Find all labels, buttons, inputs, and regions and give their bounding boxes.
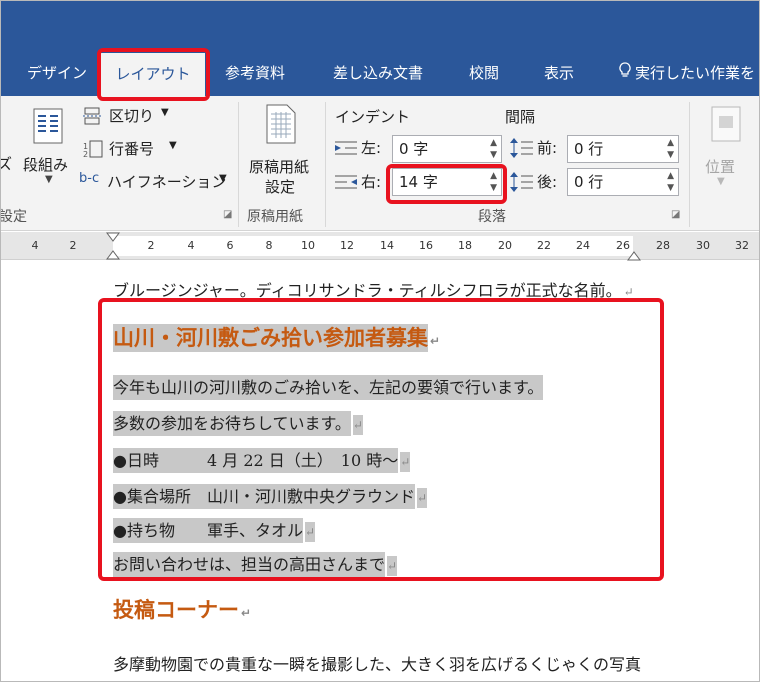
ruler-tick: 2 bbox=[147, 239, 155, 252]
ruler-tick: 14 bbox=[380, 239, 394, 252]
spacing-after-value: 0 行 bbox=[574, 173, 604, 191]
spin-arrows-icon[interactable]: ▲ ▼ bbox=[667, 170, 674, 194]
group-separator bbox=[325, 102, 326, 227]
document-area[interactable]: ブルージンジャー。ディコリサンドラ・ティルシフロラが正式な名前。 ↵ 山川・河川敷… bbox=[1, 261, 759, 681]
lightbulb-icon bbox=[619, 57, 631, 89]
dialog-launcher-icon[interactable]: ◪ bbox=[671, 209, 680, 220]
ruler-tick: 18 bbox=[458, 239, 472, 252]
doc-body-line: お問い合わせは、担当の高田さんまで ↵ bbox=[113, 551, 398, 577]
tab-layout[interactable]: レイアウト bbox=[101, 53, 205, 96]
doc-heading-2: 投稿コーナー ↵ bbox=[113, 598, 252, 622]
dialog-launcher-icon[interactable]: ◪ bbox=[223, 209, 232, 220]
doc-body-line: ●持ち物 軍手、タオル ↵ bbox=[113, 517, 316, 543]
chevron-down-icon: ▼ bbox=[169, 140, 177, 151]
genko-settings-button[interactable]: 原稿用紙 設定 bbox=[245, 104, 321, 204]
indent-right-input[interactable]: 14 字 ▲ ▼ bbox=[392, 168, 502, 196]
spacing-after-icon bbox=[509, 172, 533, 196]
indent-left-input[interactable]: 0 字 ▲ ▼ bbox=[392, 135, 502, 163]
paragraph-group-label: 段落 bbox=[478, 209, 506, 225]
line-numbers-label: 行番号 bbox=[109, 140, 155, 158]
spin-arrows-icon[interactable]: ▲ ▼ bbox=[490, 170, 497, 194]
spin-arrows-icon[interactable]: ▲ ▼ bbox=[667, 137, 674, 161]
ruler-tick: 30 bbox=[696, 239, 710, 252]
group-separator bbox=[238, 102, 239, 227]
ruler-tick: 20 bbox=[498, 239, 512, 252]
indent-right-label: 右: bbox=[361, 173, 382, 191]
hyphenation-icon: b-c bbox=[79, 171, 100, 186]
spacing-after-label: 後: bbox=[537, 173, 558, 191]
genko-group-label: 原稿用紙 bbox=[247, 209, 303, 225]
word-window: デザイン レイアウト 参考資料 差し込み文書 校閲 表示 実行したい作業を ズ … bbox=[0, 0, 760, 682]
manuscript-paper-icon bbox=[265, 104, 297, 148]
page-setup-fragment: ズ bbox=[1, 153, 12, 174]
tab-design[interactable]: デザイン bbox=[27, 57, 87, 89]
position-label: 位置 bbox=[705, 158, 736, 176]
indent-section-title: インデント bbox=[335, 108, 411, 126]
genko-label-line1: 原稿用紙 bbox=[249, 158, 310, 176]
hyphenation-label: ハイフネーション bbox=[107, 173, 227, 191]
ruler-tick: 32 bbox=[735, 239, 749, 252]
ruler-tick: 2 bbox=[69, 239, 77, 252]
line-numbers-button[interactable]: 12 行番号 ▼ bbox=[83, 138, 203, 160]
doc-body-line: ●日時 4 月 22 日（土） 10 時～ ↵ bbox=[113, 447, 411, 473]
doc-line-intro: ブルージンジャー。ディコリサンドラ・ティルシフロラが正式な名前。 ↵ bbox=[113, 281, 634, 300]
position-button[interactable]: 位置 ▼ bbox=[697, 106, 753, 196]
ruler-tick: 28 bbox=[656, 239, 670, 252]
spacing-before-icon bbox=[509, 138, 533, 162]
tab-references[interactable]: 参考資料 bbox=[225, 57, 285, 89]
breaks-icon bbox=[83, 107, 103, 129]
ruler-tick: 10 bbox=[301, 239, 315, 252]
breaks-label: 区切り bbox=[109, 107, 155, 125]
ruler-tick: 4 bbox=[187, 239, 195, 252]
spacing-after-input[interactable]: 0 行 ▲ ▼ bbox=[567, 168, 679, 196]
spacing-before-value: 0 行 bbox=[574, 140, 604, 158]
indent-left-value: 0 字 bbox=[399, 140, 429, 158]
spacing-before-input[interactable]: 0 行 ▲ ▼ bbox=[567, 135, 679, 163]
indent-right-icon bbox=[335, 174, 357, 194]
group-separator bbox=[689, 102, 690, 227]
doc-body-line-last: 多摩動物園での貴重な一瞬を撮影した、大きく羽を広げるくじゃくの写真 bbox=[113, 655, 642, 674]
doc-body-line: 今年も山川の河川敷のごみ拾いを、左記の要領で行います。 bbox=[113, 374, 544, 400]
chevron-down-icon: ▼ bbox=[45, 174, 53, 185]
doc-body-line: ●集合場所 山川・河川敷中央グラウンド ↵ bbox=[113, 483, 428, 509]
ruler-tick: 4 bbox=[31, 239, 39, 252]
indent-marker-icon[interactable] bbox=[106, 232, 120, 264]
columns-label: 段組み bbox=[23, 156, 69, 174]
hyphenation-button[interactable]: b-c ハイフネーション ▼ bbox=[79, 171, 239, 193]
columns-icon bbox=[33, 108, 63, 148]
ruler-tick: 16 bbox=[419, 239, 433, 252]
spacing-before-label: 前: bbox=[537, 139, 558, 157]
breaks-button[interactable]: 区切り ▼ bbox=[83, 105, 203, 127]
tab-review[interactable]: 校閲 bbox=[469, 57, 499, 89]
spin-arrows-icon[interactable]: ▲ ▼ bbox=[490, 137, 497, 161]
ruler-tick: 8 bbox=[265, 239, 273, 252]
tab-mailings[interactable]: 差し込み文書 bbox=[333, 57, 423, 89]
doc-heading-1: 山川・河川敷ごみ拾い参加者募集 ↵ bbox=[113, 324, 441, 352]
ruler-tick: 24 bbox=[576, 239, 590, 252]
svg-text:2: 2 bbox=[83, 150, 88, 158]
indent-right-value: 14 字 bbox=[399, 173, 438, 191]
ribbon-tab-bar: デザイン レイアウト 参考資料 差し込み文書 校閲 表示 実行したい作業を bbox=[1, 1, 759, 96]
spacing-section-title: 間隔 bbox=[505, 108, 536, 126]
ruler-tick: 12 bbox=[340, 239, 354, 252]
line-numbers-icon: 12 bbox=[83, 140, 103, 162]
ribbon-body: ズ 段組み ▼ 区切り ▼ 12 行番号 ▼ b-c ハイフネーション ▼ 設定… bbox=[0, 96, 759, 231]
doc-body-line: 多数の参加をお待ちしています。 ↵ bbox=[113, 410, 363, 436]
horizontal-ruler[interactable]: 4 2 2 4 6 8 10 12 14 16 18 20 22 24 26 2… bbox=[1, 232, 759, 261]
position-icon bbox=[711, 106, 741, 146]
page-setup-group-label: 設定 bbox=[0, 209, 27, 225]
chevron-down-icon: ▼ bbox=[219, 173, 227, 184]
tell-me-text: 実行したい作業を bbox=[635, 64, 756, 82]
chevron-down-icon: ▼ bbox=[161, 107, 169, 118]
tab-view[interactable]: 表示 bbox=[544, 57, 574, 89]
indent-left-label: 左: bbox=[361, 139, 382, 157]
ruler-tick: 22 bbox=[537, 239, 551, 252]
ruler-tick: 6 bbox=[226, 239, 234, 252]
columns-button[interactable]: 段組み ▼ bbox=[21, 108, 75, 188]
tell-me-box[interactable]: 実行したい作業を bbox=[619, 57, 755, 89]
genko-label-line2: 設定 bbox=[265, 178, 296, 196]
chevron-down-icon: ▼ bbox=[717, 176, 725, 187]
indent-left-icon bbox=[335, 140, 357, 160]
